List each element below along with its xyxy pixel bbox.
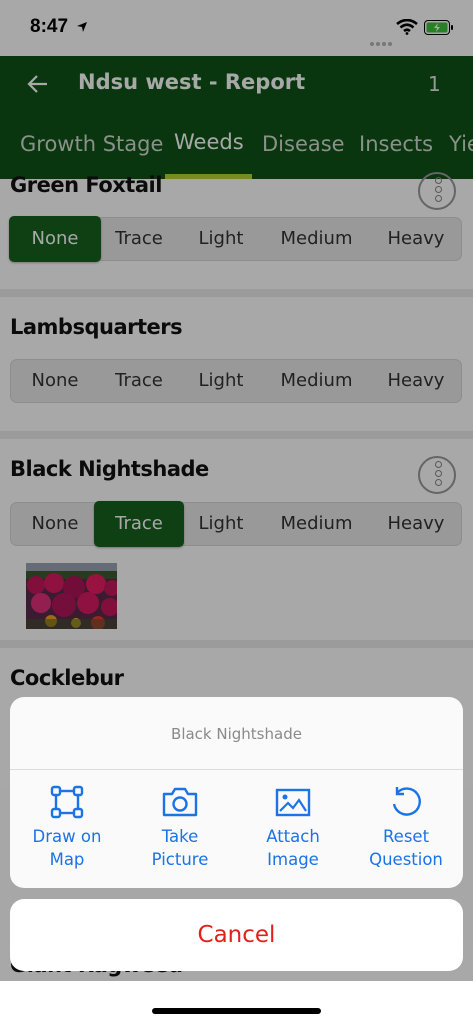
draw-on-map-button[interactable]: Draw on Map — [12, 785, 122, 871]
action-label-line1: Take — [161, 827, 199, 846]
image-icon — [238, 785, 348, 819]
action-label-line2: Image — [267, 850, 319, 869]
action-sheet: Black Nightshade Draw on Map Take Pictur… — [10, 697, 463, 888]
action-label-line1: Attach — [266, 827, 320, 846]
cancel-button[interactable]: Cancel — [10, 899, 463, 971]
action-label-line2: Picture — [151, 850, 209, 869]
take-picture-button[interactable]: Take Picture — [125, 785, 235, 871]
attach-image-button[interactable]: Attach Image — [238, 785, 348, 871]
reset-question-button[interactable]: Reset Question — [351, 785, 461, 871]
reset-icon — [351, 785, 461, 819]
home-indicator-area — [0, 981, 473, 1024]
draw-map-icon — [12, 785, 122, 819]
action-label-line1: Reset — [382, 827, 430, 846]
action-label-line2: Question — [369, 850, 443, 869]
home-indicator[interactable] — [152, 1008, 321, 1014]
camera-icon — [125, 785, 235, 819]
action-label-line1: Draw on — [32, 827, 102, 846]
action-label-line2: Map — [49, 850, 85, 869]
action-sheet-title: Black Nightshade — [10, 697, 463, 770]
